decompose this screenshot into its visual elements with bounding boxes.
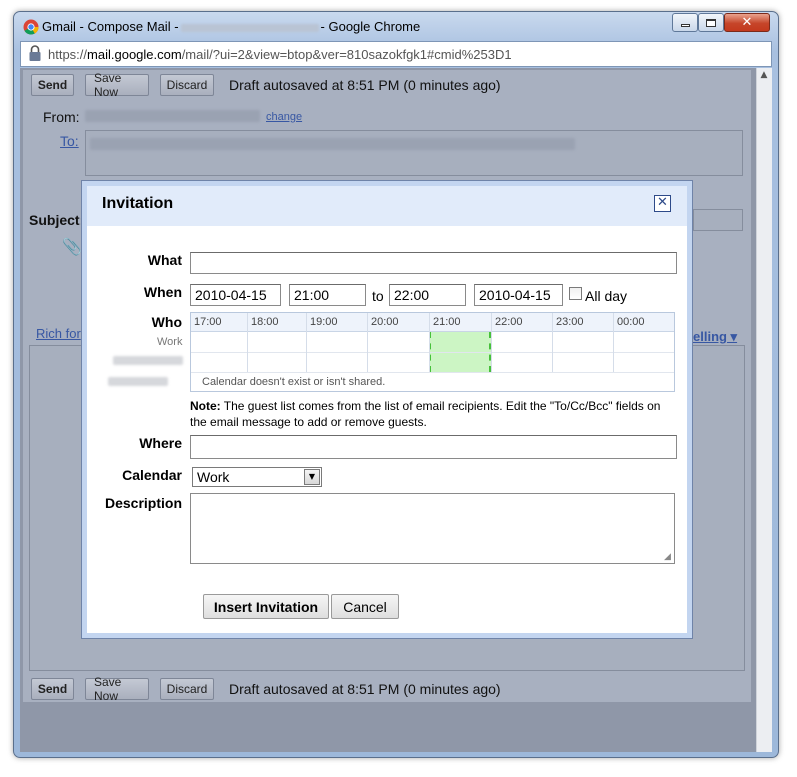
where-input[interactable] (190, 435, 677, 459)
grid-hour-label: 20:00 (371, 316, 399, 328)
guest-list-note: Note: The guest list comes from the list… (190, 398, 678, 430)
url-scheme: https:// (48, 47, 88, 62)
all-day-label: All day (585, 288, 628, 304)
when-label: When (143, 284, 182, 300)
close-icon: ✕ (657, 195, 668, 210)
grid-col-divider (429, 313, 430, 372)
save-now-button-bottom[interactable]: Save Now (85, 675, 149, 703)
subject-label: Subject: (29, 212, 85, 228)
grid-row-label: Work (157, 336, 183, 348)
grid-col-divider (491, 313, 492, 372)
window-title: Gmail - Compose Mail - - Google Chrome (42, 19, 420, 34)
redacted-from-address (85, 110, 260, 122)
window-close-button[interactable]: ✕ (724, 13, 770, 32)
cancel-button[interactable]: Cancel (331, 594, 399, 619)
dialog-header (87, 186, 687, 226)
spelling-link[interactable]: elling ▾ (693, 329, 737, 345)
grid-hour-label: 00:00 (617, 316, 645, 328)
grid-hour-label: 17:00 (194, 316, 222, 328)
send-button-top[interactable]: Send (31, 74, 74, 96)
dialog-close-button[interactable]: ✕ (654, 195, 671, 212)
grid-col-divider (367, 313, 368, 372)
calendar-label: Calendar (122, 467, 182, 483)
where-label: Where (139, 435, 182, 451)
scroll-up-arrow-icon[interactable]: ▲ (756, 70, 772, 84)
start-date-input[interactable]: 2010-04-15 (190, 284, 281, 306)
grid-col-divider (247, 313, 248, 372)
who-label: Who (151, 314, 182, 330)
start-time-input[interactable]: 21:00 (289, 284, 366, 306)
discard-button-top[interactable]: Discard (160, 74, 214, 96)
grid-col-divider (306, 313, 307, 372)
from-label: From: (43, 109, 80, 125)
end-time-input[interactable]: 22:00 (389, 284, 466, 306)
dropdown-arrow-icon[interactable]: ▼ (304, 469, 320, 485)
end-date-input[interactable]: 2010-04-15 (474, 284, 563, 306)
save-now-button-top[interactable]: Save Now (85, 71, 149, 99)
close-icon: ✕ (741, 15, 753, 30)
description-label: Description (104, 495, 182, 511)
note-text: The guest list comes from the list of em… (190, 399, 661, 429)
paperclip-icon[interactable]: 📎 (62, 237, 82, 257)
grid-message: Calendar doesn't exist or isn't shared. (202, 376, 386, 388)
redacted-account (180, 23, 319, 32)
description-textarea[interactable] (190, 493, 675, 564)
what-label: What (147, 252, 182, 268)
all-day-checkbox[interactable] (569, 287, 582, 300)
minimize-button[interactable] (672, 13, 698, 32)
grid-hour-label: 22:00 (495, 316, 523, 328)
url-text[interactable]: https://mail.google.com/mail/?ui=2&view=… (48, 47, 512, 62)
maximize-icon (706, 18, 716, 27)
to-field[interactable] (85, 130, 743, 176)
autosave-status-bottom: Draft autosaved at 8:51 PM (0 minutes ag… (229, 681, 501, 697)
redacted-guest-2 (108, 377, 168, 386)
autosave-status-top: Draft autosaved at 8:51 PM (0 minutes ag… (229, 77, 501, 93)
lock-icon (29, 45, 41, 61)
rich-formatting-link[interactable]: Rich for (36, 326, 81, 341)
grid-row-divider (191, 372, 674, 373)
grid-hour-label: 21:00 (433, 316, 461, 328)
send-button-bottom[interactable]: Send (31, 678, 74, 700)
to-separator: to (372, 288, 384, 304)
dialog-title: Invitation (102, 195, 174, 212)
grid-col-divider (613, 313, 614, 372)
grid-row-divider (191, 352, 674, 353)
note-bold: Note: (190, 399, 221, 413)
grid-hour-label: 19:00 (310, 316, 338, 328)
vertical-scrollbar[interactable] (756, 68, 772, 752)
what-input[interactable] (190, 252, 677, 274)
to-link[interactable]: To: (60, 133, 79, 149)
redacted-guest-1 (113, 356, 183, 365)
discard-button-bottom[interactable]: Discard (160, 678, 214, 700)
insert-invitation-button[interactable]: Insert Invitation (203, 594, 329, 619)
minimize-icon (680, 24, 690, 27)
chrome-logo-icon (23, 19, 39, 35)
url-path: /mail/?ui=2&view=btop&ver=810sazokfgk1#c… (181, 47, 512, 62)
subject-field[interactable] (693, 209, 743, 231)
window-title-suffix: - Google Chrome (320, 19, 421, 34)
grid-hour-label: 18:00 (251, 316, 279, 328)
redacted-recipients (90, 138, 575, 150)
change-from-link[interactable]: change (266, 111, 302, 123)
resize-handle-icon[interactable]: ◢ (664, 552, 674, 562)
window-title-prefix: Gmail - Compose Mail - (42, 19, 179, 34)
grid-hour-label: 23:00 (556, 316, 584, 328)
url-host: mail.google.com (87, 47, 182, 62)
grid-col-divider (552, 313, 553, 372)
maximize-button[interactable] (698, 13, 724, 32)
calendar-select[interactable]: Work (192, 467, 322, 487)
